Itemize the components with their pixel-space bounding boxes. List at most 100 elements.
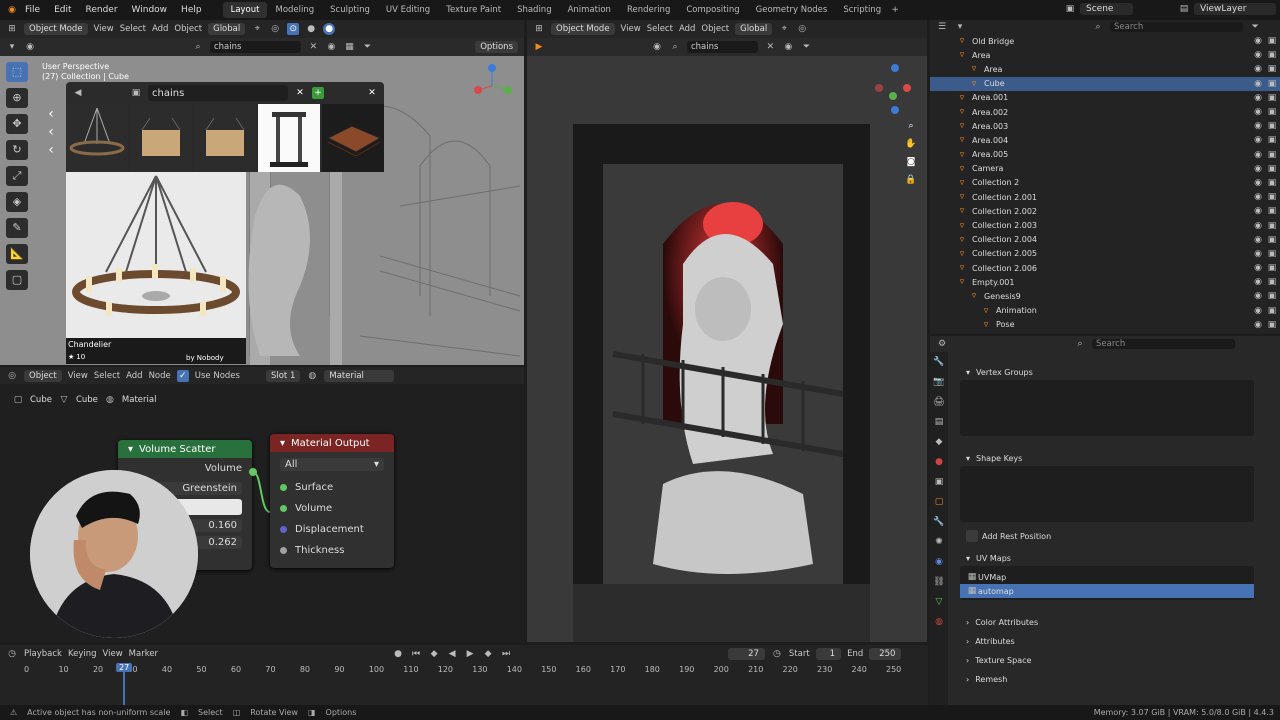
record-icon[interactable]: ● xyxy=(392,648,404,660)
visibility-eye-icon[interactable]: ◉ xyxy=(1252,177,1264,189)
outliner-item[interactable]: ▿ Genesis9 ◉▣ xyxy=(930,289,1280,303)
outliner-item[interactable]: ▿ Old Bridge ◉ ▣ xyxy=(930,34,1280,48)
measure-tool-icon[interactable]: 📐 xyxy=(6,244,28,264)
start-frame-field[interactable]: 1 xyxy=(815,648,842,660)
next-key-icon[interactable]: ◆ xyxy=(482,648,494,660)
material-output-node[interactable]: ▾ Material Output All ▾ Surface Volume Di… xyxy=(270,434,394,568)
layout-icon[interactable]: ▦ xyxy=(343,41,355,53)
right-object-mode-dropdown[interactable]: Object Mode xyxy=(551,23,615,35)
output-tab-icon[interactable]: 🖨 xyxy=(930,392,948,412)
target-dropdown[interactable]: All ▾ xyxy=(280,458,384,471)
visibility-eye-icon[interactable]: ◉ xyxy=(1252,49,1264,61)
transform-orientation-dropdown[interactable]: Global xyxy=(208,23,246,35)
tab-layout[interactable]: Layout xyxy=(222,2,268,18)
render-camera-icon[interactable]: ▣ xyxy=(1266,248,1278,260)
thickness-socket[interactable] xyxy=(280,547,287,554)
outliner-item[interactable]: ▿ Area ◉ ▣ xyxy=(930,62,1280,76)
outliner-item[interactable]: ▿ Camera ◉ ▣ xyxy=(930,162,1280,176)
render-camera-icon[interactable]: ▣ xyxy=(1266,234,1278,246)
visibility-eye-icon[interactable]: ◉ xyxy=(1252,290,1264,302)
camera-view-icon[interactable]: ◙ xyxy=(905,156,917,168)
asset-thumb-chandelier[interactable] xyxy=(66,104,128,172)
editor-type-icon[interactable]: ⊞ xyxy=(6,23,18,35)
asset-thumb-sign-1[interactable] xyxy=(130,104,192,172)
tab-compositing[interactable]: Compositing xyxy=(678,2,747,18)
proportional-icon[interactable]: ◎ xyxy=(269,23,281,35)
visibility-eye-icon[interactable]: ◉ xyxy=(1252,276,1264,288)
visibility-eye-icon[interactable]: ◉ xyxy=(1252,149,1264,161)
displacement-socket[interactable] xyxy=(280,526,287,533)
lock-icon[interactable]: 🔒 xyxy=(905,174,917,186)
render-camera-icon[interactable]: ▣ xyxy=(1266,49,1278,61)
chevron-left-icon-2[interactable]: ‹ xyxy=(45,125,57,139)
chevron-left-icon-3[interactable]: ‹ xyxy=(45,143,57,157)
right-funnel-icon[interactable]: ⏷ xyxy=(800,41,812,53)
outliner-item[interactable]: ▿ Empty.001 ◉ ▣ xyxy=(930,275,1280,289)
right-transform-dropdown[interactable]: Global xyxy=(735,23,773,35)
outliner-item[interactable]: ▿ Area.005 ◉ ▣ xyxy=(930,148,1280,162)
visibility-eye-icon[interactable]: ◉ xyxy=(1252,333,1264,334)
scale-tool-icon[interactable]: ⤢ xyxy=(6,166,28,186)
outliner-item[interactable]: ▿ Collection 2.004 ◉ ▣ xyxy=(930,233,1280,247)
color-attributes-panel[interactable]: › Color Attributes xyxy=(950,614,1280,630)
move-tool-icon[interactable]: ✥ xyxy=(6,114,28,134)
play-icon[interactable]: ▶ xyxy=(533,41,545,53)
collapse-icon-2[interactable]: ▾ xyxy=(280,438,285,449)
tab-uv-editing[interactable]: UV Editing xyxy=(378,2,438,18)
outliner-filter-icon[interactable]: ▾ xyxy=(954,21,966,33)
visibility-eye-icon[interactable]: ◉ xyxy=(1252,92,1264,104)
properties-type-icon[interactable]: ⚙ xyxy=(936,338,948,350)
tab-shading[interactable]: Shading xyxy=(509,2,560,18)
overlay-icon[interactable]: ⊙ xyxy=(287,23,300,35)
physics-tab-icon[interactable]: ◉ xyxy=(930,552,948,572)
node-menu-add[interactable]: Add xyxy=(126,371,142,381)
menu-playback[interactable]: Playback xyxy=(24,649,62,659)
render-camera-icon[interactable]: ▣ xyxy=(1266,191,1278,203)
shape-keys-list[interactable] xyxy=(960,466,1254,522)
blender-logo-icon[interactable]: ◉ xyxy=(6,4,18,16)
render-camera-icon[interactable]: ▣ xyxy=(1266,333,1278,334)
surface-socket[interactable] xyxy=(280,484,287,491)
particles-tab-icon[interactable]: ✺ xyxy=(930,532,948,552)
slot-dropdown[interactable]: Slot 1 xyxy=(265,370,301,382)
volume-output-socket[interactable] xyxy=(249,468,257,476)
tab-animation[interactable]: Animation xyxy=(560,2,619,18)
cursor-tool-icon[interactable]: ⊕ xyxy=(6,88,28,108)
camera-render-viewport[interactable]: ⌕ ✋ ◙ 🔒 xyxy=(527,56,927,642)
prev-key-icon[interactable]: ◆ xyxy=(428,648,440,660)
collapse-left-icon[interactable]: ◀ xyxy=(72,87,84,99)
outliner-item[interactable]: ▿ Area.001 ◉ ▣ xyxy=(930,91,1280,105)
menu-marker[interactable]: Marker xyxy=(129,649,158,659)
outliner-item[interactable]: ▿ Collection 2.001 ◉ ▣ xyxy=(930,190,1280,204)
visibility-eye-icon[interactable]: ◉ xyxy=(1252,205,1264,217)
close-search-icon[interactable]: ✕ xyxy=(294,87,306,99)
world-tab-icon[interactable]: ● xyxy=(930,452,948,472)
right-menu-view[interactable]: View xyxy=(621,24,641,34)
texture-space-panel[interactable]: › Texture Space xyxy=(950,652,1280,668)
zoom-icon[interactable]: ⌕ xyxy=(905,120,917,132)
tab-scripting[interactable]: Scripting xyxy=(835,2,889,18)
asset-thumb-grid[interactable] xyxy=(322,104,384,172)
outliner-item[interactable]: ▿ Animation ◉ ▣ xyxy=(930,304,1280,318)
right-visibility-icon[interactable]: ◉ xyxy=(651,41,663,53)
menu-edit[interactable]: Edit xyxy=(47,5,78,15)
uv-map-row-1[interactable]: ▦ UVMap xyxy=(960,570,1254,584)
eye-icon[interactable]: ◉ xyxy=(325,41,337,53)
play-reverse-icon[interactable]: ◀ xyxy=(446,648,458,660)
visibility-eye-icon[interactable]: ◉ xyxy=(1252,134,1264,146)
visibility-eye-icon[interactable]: ◉ xyxy=(1252,234,1264,246)
outliner-item[interactable]: ▿ Area ◉ ▣ xyxy=(930,48,1280,62)
properties-search-input[interactable]: Search xyxy=(1092,339,1236,349)
visibility-eye-icon[interactable]: ◉ xyxy=(1252,262,1264,274)
render-camera-icon[interactable]: ▣ xyxy=(1266,276,1278,288)
use-nodes-checkbox[interactable]: ✓ xyxy=(176,370,189,382)
options-button[interactable]: Options xyxy=(475,41,518,53)
current-frame-field[interactable]: 27 xyxy=(728,648,765,660)
add-cube-tool-icon[interactable]: ▢ xyxy=(6,270,28,290)
visibility-eye-icon[interactable]: ◉ xyxy=(1252,248,1264,260)
material-tab-icon[interactable]: ◍ xyxy=(930,612,948,632)
jump-end-icon[interactable]: ⏭ xyxy=(500,648,512,660)
visibility-eye-icon[interactable]: ◉ xyxy=(1252,305,1264,317)
visibility-eye-icon[interactable]: ◉ xyxy=(1252,35,1264,47)
menu-select[interactable]: Select xyxy=(120,24,146,34)
